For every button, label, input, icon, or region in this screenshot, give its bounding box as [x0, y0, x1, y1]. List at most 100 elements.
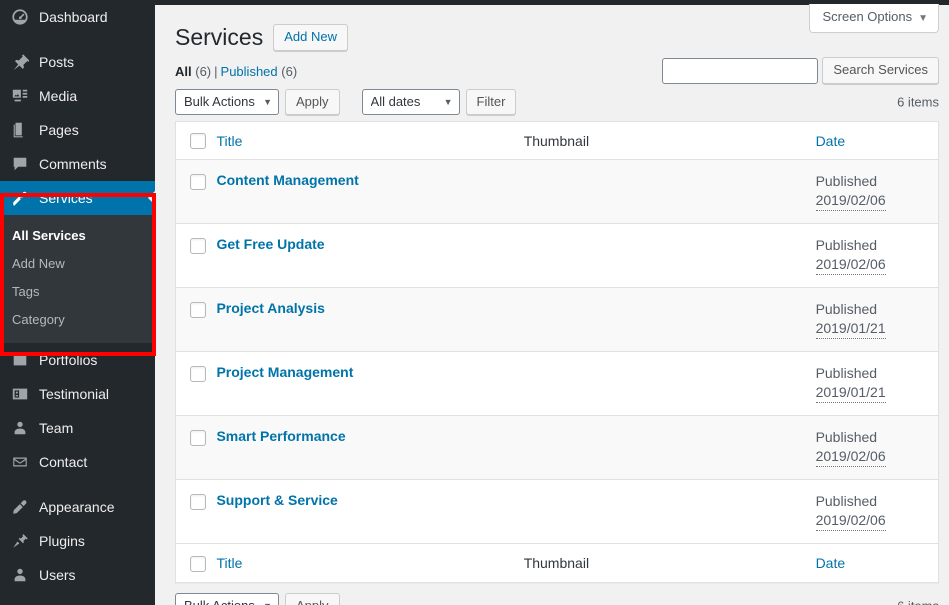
media-icon: [10, 86, 30, 106]
submenu-item-add-new[interactable]: Add New: [0, 250, 155, 278]
select-all-checkbox-top[interactable]: [190, 133, 206, 150]
sidebar-item-plugins[interactable]: Plugins: [0, 524, 155, 558]
row-status: Published: [815, 493, 878, 510]
portfolio-icon: [10, 350, 30, 370]
row-status: Published: [815, 365, 878, 382]
row-checkbox[interactable]: [190, 429, 206, 446]
table-row[interactable]: Project Analysis Published 2019/01/21: [175, 287, 939, 352]
bulk-actions-select-wrap: Bulk Actions ▼: [175, 89, 279, 115]
table-footer-row: Title Thumbnail Date: [175, 543, 939, 583]
apply-button-top[interactable]: Apply: [285, 89, 340, 115]
search-services-button[interactable]: Search Services: [822, 57, 939, 84]
filter-all: All (6): [175, 64, 211, 79]
table-row[interactable]: Get Free Update Published 2019/02/06: [175, 223, 939, 288]
row-select-cell: [175, 223, 217, 288]
row-select-cell: [175, 479, 217, 544]
add-new-button[interactable]: Add New: [273, 24, 348, 51]
row-title-link[interactable]: Content Management: [216, 172, 358, 188]
row-title-cell: Content Management: [216, 160, 523, 224]
sidebar-item-label: Users: [39, 567, 76, 583]
bulk-actions-select-wrap-bottom: Bulk Actions ▼: [175, 592, 279, 605]
row-title-link[interactable]: Support & Service: [216, 492, 337, 508]
row-checkbox[interactable]: [190, 493, 206, 510]
row-status: Published: [815, 429, 878, 446]
row-date: 2019/02/06: [815, 191, 886, 212]
screen-meta-links: Screen Options ▼: [809, 4, 939, 33]
screen-options-button[interactable]: Screen Options ▼: [809, 4, 939, 33]
bulk-actions-select-top[interactable]: Bulk Actions: [175, 89, 279, 115]
row-thumbnail-cell: [523, 287, 816, 352]
row-status: Published: [815, 173, 878, 190]
sort-date-link-top[interactable]: Date: [816, 133, 846, 149]
search-input[interactable]: [662, 57, 819, 84]
row-title-cell: Smart Performance: [216, 415, 524, 480]
item-count-bottom: 6 items: [897, 598, 939, 605]
row-status: Published: [815, 301, 878, 318]
date-filter-select[interactable]: All dates: [361, 89, 460, 115]
column-footer-date: Date: [815, 543, 939, 583]
filter-all-count: (6): [195, 64, 212, 79]
apply-button-bottom[interactable]: Apply: [285, 592, 340, 605]
search-box: Search Services: [662, 57, 939, 84]
row-thumbnail-cell: [523, 351, 816, 416]
sidebar-item-comments[interactable]: Comments: [0, 147, 155, 181]
sidebar-item-services[interactable]: Services: [0, 181, 156, 215]
sort-title-link-top[interactable]: Title: [216, 133, 242, 149]
row-title-cell: Project Management: [216, 351, 524, 416]
row-status: Published: [815, 237, 878, 254]
row-title-link[interactable]: Get Free Update: [216, 236, 324, 252]
sidebar-item-label: Team: [39, 420, 74, 436]
row-checkbox[interactable]: [190, 301, 206, 318]
row-title-cell: Project Analysis: [216, 287, 524, 352]
sidebar-item-label: Contact: [39, 454, 88, 470]
sidebar-item-contact[interactable]: Contact: [0, 445, 155, 479]
table-row[interactable]: Support & Service Published 2019/02/06: [175, 479, 939, 544]
sidebar-item-testimonial[interactable]: Testimonial: [0, 377, 155, 411]
table-row[interactable]: Project Management Published 2019/01/21: [175, 351, 939, 416]
row-title-link[interactable]: Smart Performance: [216, 428, 345, 444]
table-row[interactable]: Content Management Published 2019/02/06: [175, 159, 939, 224]
filter-published-count: (6): [281, 64, 298, 79]
row-checkbox[interactable]: [190, 237, 206, 254]
submenu-item-tags[interactable]: Tags: [0, 278, 155, 306]
envelope-icon: [10, 452, 30, 472]
row-select-cell: [175, 287, 217, 352]
column-header-date: Date: [815, 121, 939, 161]
date-filter-select-wrap: All dates ▼: [361, 89, 460, 115]
sidebar-item-posts[interactable]: Posts: [0, 45, 155, 79]
pin-icon: [10, 52, 30, 72]
row-checkbox[interactable]: [190, 365, 206, 382]
sidebar-item-media[interactable]: Media: [0, 79, 155, 113]
table-row[interactable]: Smart Performance Published 2019/02/06: [175, 415, 939, 480]
sidebar-item-label: Plugins: [39, 533, 85, 549]
sidebar-item-pages[interactable]: Pages: [0, 113, 155, 147]
row-title-link[interactable]: Project Management: [216, 364, 353, 380]
sidebar-item-users[interactable]: Users: [0, 558, 155, 592]
filter-published-link[interactable]: Published: [221, 64, 278, 79]
row-date-cell: Published 2019/02/06: [815, 415, 939, 480]
row-checkbox[interactable]: [190, 173, 206, 190]
select-all-footer: [175, 543, 217, 583]
sidebar-item-label: Dashboard: [39, 9, 108, 25]
sidebar-item-appearance[interactable]: Appearance: [0, 490, 155, 524]
sidebar-item-label: Pages: [39, 122, 79, 138]
sort-title-link-bottom[interactable]: Title: [216, 555, 242, 571]
user-icon: [10, 418, 30, 438]
submenu-item-category[interactable]: Category: [0, 306, 155, 334]
sidebar-item-team[interactable]: Team: [0, 411, 155, 445]
tablenav-bottom: Bulk Actions ▼ Apply 6 items: [175, 591, 939, 605]
row-date-cell: Published 2019/01/21: [815, 351, 939, 416]
row-title-link[interactable]: Project Analysis: [216, 300, 324, 316]
filter-button[interactable]: Filter: [465, 89, 517, 115]
sidebar-item-label: Appearance: [39, 499, 115, 515]
filter-all-link[interactable]: All: [175, 64, 192, 79]
bulk-actions-select-bottom[interactable]: Bulk Actions: [175, 592, 279, 605]
submenu-item-all-services[interactable]: All Services: [0, 222, 155, 250]
row-date: 2019/02/06: [815, 511, 886, 532]
sidebar-item-portfolios[interactable]: Portfolios: [0, 343, 155, 377]
sort-date-link-bottom[interactable]: Date: [816, 555, 846, 571]
select-all-checkbox-bottom[interactable]: [190, 555, 206, 572]
row-date: 2019/02/06: [815, 255, 886, 276]
main-content-area: Screen Options ▼ Services Add New Search …: [155, 4, 949, 605]
sidebar-item-dashboard[interactable]: Dashboard: [0, 0, 155, 34]
